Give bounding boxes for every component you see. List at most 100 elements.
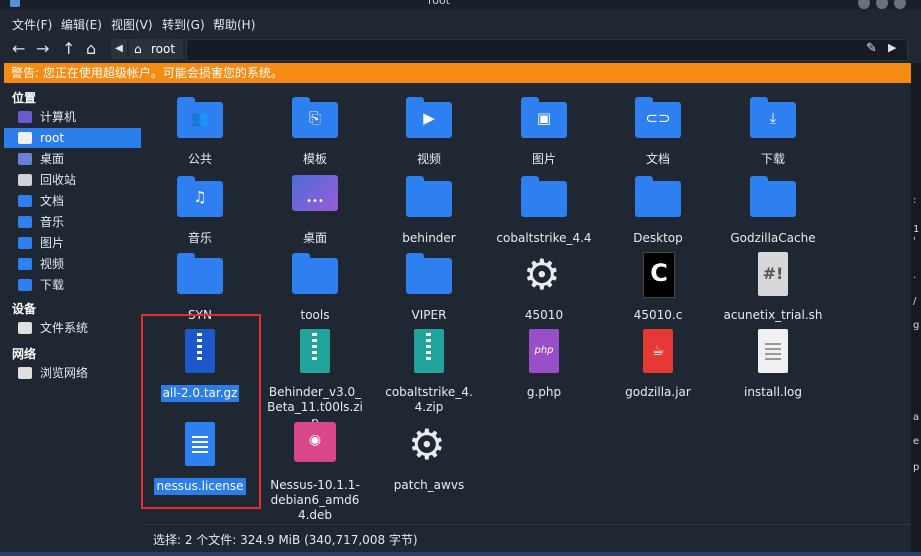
sidebar-item-label: 音乐 [40,215,65,229]
file-item[interactable]: ▣ 图片 [490,96,598,167]
file-name: nessus.license [154,478,246,495]
home-icon[interactable]: ⌂ [86,40,96,58]
close-button[interactable] [894,0,906,9]
background-window-text: a [913,412,920,423]
file-item[interactable]: GodzillaCache [719,175,827,246]
file-item[interactable]: ⤓ 下载 [719,96,827,167]
background-window-text: ' [913,236,916,247]
sidebar-item-places-8[interactable]: 下载 [4,275,141,295]
sidebar-section-2: 网络 [12,347,37,361]
file-item[interactable]: install.log [719,329,827,400]
home-small-icon: ⌂ [134,42,142,56]
archive-icon [292,329,338,375]
archive-icon [177,329,223,375]
edit-path-icon[interactable]: ✎ [866,41,877,56]
breadcrumb-root[interactable]: ⌂ root [129,39,183,59]
c-source-icon: C [635,252,681,298]
desktop-folder-icon: ••• [292,175,338,221]
menu-item-3[interactable]: 转到(G) [162,16,205,33]
file-name: SYN [188,308,212,322]
network-icon [18,367,32,379]
file-item[interactable]: cobaltstrike_4.4 [490,175,598,246]
file-item[interactable]: ♫ 音乐 [146,175,254,246]
sidebar-item-places-5[interactable]: 音乐 [4,212,141,232]
file-item[interactable]: SYN [146,252,254,323]
file-item[interactable]: Desktop [604,175,712,246]
background-window-text: 1 [913,224,920,235]
breadcrumb-scroll-right[interactable]: ▶ [888,41,896,54]
file-item[interactable]: behinder [375,175,483,246]
folder-icon: ▶ [406,96,452,142]
file-name: tools [300,308,330,322]
sidebar-item-places-6[interactable]: 图片 [4,233,141,253]
maximize-button[interactable] [876,0,888,9]
folder-icon [406,175,452,221]
folder-icon [521,175,567,221]
background-window-text: / [913,296,917,307]
file-item[interactable]: ⚙ patch_awvs [375,422,483,493]
file-item[interactable]: Behinder_v3.0_Beta_11.t00ls.zip [261,329,369,430]
sidebar-item-places-4[interactable]: 文档 [4,191,141,211]
sidebar-item-network-0[interactable]: 浏览网络 [4,363,141,383]
file-item[interactable]: cobaltstrike_4.4.zip [375,329,483,415]
file-item[interactable]: ••• 桌面 [261,175,369,246]
app-icon [10,0,20,7]
sidebar-item-label: 计算机 [40,110,77,124]
menu-item-4[interactable]: 帮助(H) [213,16,255,33]
file-item[interactable]: ◉ Nessus-10.1.1-debian6_amd64.deb [261,422,369,523]
folder-icon [177,252,223,298]
forward-arrow-icon[interactable]: → [36,40,49,58]
file-name: 图片 [531,152,556,166]
file-item[interactable]: ⊂⊃ 文档 [604,96,712,167]
sidebar-item-label: 文件系统 [40,321,89,335]
menu-item-2[interactable]: 视图(V) [111,16,153,33]
minimize-button[interactable] [858,0,870,9]
status-bar: 选择: 2 个文件: 324.9 MiB (340,717,008 字节) [141,524,911,553]
file-name: cobaltstrike_4.4.zip [385,385,473,414]
file-name: VIPER [411,308,447,322]
executable-gear-icon: ⚙ [408,420,446,469]
file-item[interactable]: 👥 公共 [146,96,254,167]
file-item[interactable]: VIPER [375,252,483,323]
menu-item-1[interactable]: 编辑(E) [61,16,102,33]
folder-icon [292,252,338,298]
path-bar[interactable] [186,39,908,61]
file-item[interactable]: ☕ godzilla.jar [604,329,712,400]
file-item[interactable]: all-2.0.tar.gz [146,329,254,402]
documents-folder-icon [18,195,32,207]
file-item[interactable]: php g.php [490,329,598,400]
file-item[interactable]: C 45010.c [604,252,712,323]
sidebar-item-label: 浏览网络 [40,366,89,380]
breadcrumb-scroll-left[interactable]: ◀ [111,39,127,59]
file-name: all-2.0.tar.gz [160,385,240,402]
file-name: behinder [402,231,456,245]
sidebar-item-label: 文档 [40,194,65,208]
text-log-icon [750,329,796,375]
folder-icon: ⊂⊃ [635,96,681,142]
file-item[interactable]: tools [261,252,369,323]
file-item[interactable]: nessus.license [146,422,254,495]
file-name: 公共 [187,152,212,166]
file-name: 下载 [760,152,785,166]
sidebar-item-places-1[interactable]: root [4,128,141,148]
back-arrow-icon[interactable]: ← [12,40,25,58]
shell-script-icon: #! [750,252,796,298]
sidebar-item-places-7[interactable]: 视频 [4,254,141,274]
sidebar-item-devices-0[interactable]: 文件系统 [4,318,141,338]
up-arrow-icon[interactable]: ↑ [62,40,75,58]
file-item[interactable]: ▶ 视频 [375,96,483,167]
sidebar-item-places-2[interactable]: 桌面 [4,149,141,169]
title-bar: root [0,0,921,9]
background-window-edge [911,63,921,556]
file-item[interactable]: ⎘ 模板 [261,96,369,167]
file-item[interactable]: ⚙ 45010 [490,252,598,323]
sidebar-item-places-3[interactable]: 回收站 [4,170,141,190]
file-item[interactable]: #! acunetix_trial.sh [719,252,827,323]
sidebar-item-places-0[interactable]: 计算机 [4,107,141,127]
folder-icon: ⤓ [750,96,796,142]
folder-icon [406,252,452,298]
menu-item-0[interactable]: 文件(F) [12,16,52,33]
background-window-text: p [913,462,920,473]
sidebar-section-1: 设备 [12,302,37,316]
file-name: 桌面 [302,231,327,245]
